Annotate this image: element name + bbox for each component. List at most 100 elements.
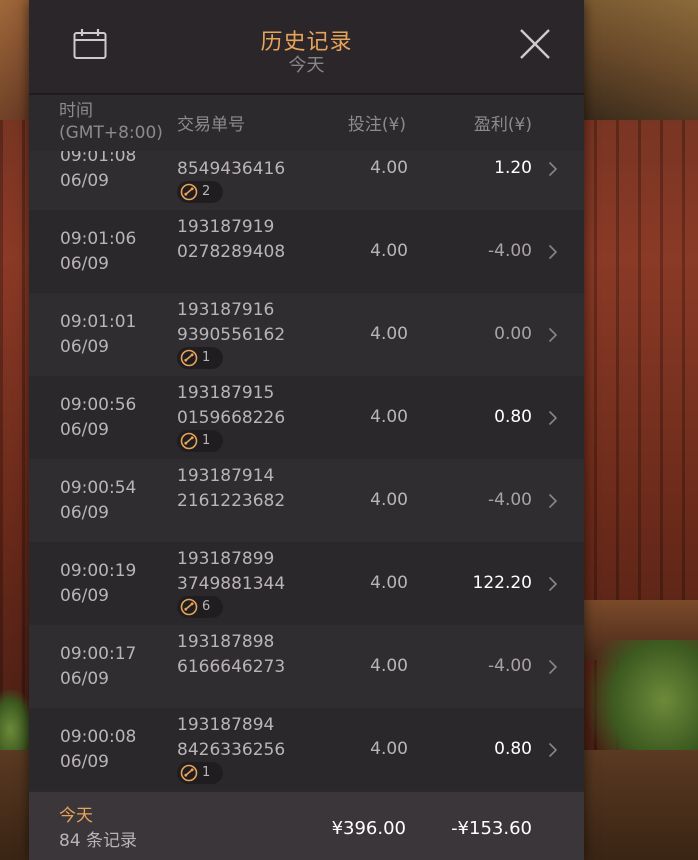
row-order-id-line1: 193187915 — [177, 383, 275, 403]
row-order-id: 193187915 0159668226 — [177, 381, 285, 431]
free-spin-badge: 2 — [177, 181, 223, 203]
row-bet: 4.00 — [370, 739, 408, 759]
row-profit: 1.20 — [494, 158, 532, 178]
row-date-value: 06/09 — [60, 669, 109, 689]
row-profit: -4.00 — [488, 490, 532, 510]
close-icon — [520, 29, 550, 59]
row-date-value: 06/09 — [60, 254, 109, 274]
row-date-value: 06/09 — [60, 420, 109, 440]
free-spin-count: 1 — [202, 765, 211, 780]
free-spin-icon — [180, 349, 198, 367]
background-beam-right — [583, 0, 698, 120]
history-row[interactable]: 09:00:54 06/09 193187914 2161223682 4.00 -4.0… — [29, 459, 584, 542]
row-time-value: 09:00:17 — [60, 644, 137, 664]
column-header-timezone: (GMT+8:00) — [59, 123, 163, 143]
row-time: 09:00:54 06/09 — [60, 476, 136, 526]
history-row[interactable]: 09:01:06 06/09 193187919 0278289408 4.00 -4.0… — [29, 210, 584, 293]
row-time: 09:01:06 06/09 — [60, 227, 136, 277]
row-bet: 4.00 — [370, 573, 408, 593]
row-profit: 0.00 — [494, 324, 532, 344]
row-date-value: 06/09 — [60, 503, 109, 523]
row-profit: 0.80 — [494, 739, 532, 759]
row-time-value: 09:01:01 — [60, 312, 137, 332]
chevron-right-icon — [548, 659, 558, 675]
chevron-right-icon — [548, 327, 558, 343]
summary-period: 今天 — [59, 806, 93, 826]
row-order-id-line1: 193187914 — [177, 466, 275, 486]
row-profit: 0.80 — [494, 407, 532, 427]
panel-header: 历史记录 今天 — [29, 0, 584, 95]
column-header-order: 交易单号 — [177, 115, 245, 135]
free-spin-count: 1 — [202, 350, 211, 365]
history-row[interactable]: 09:00:17 06/09 193187898 6166646273 4.00 -4.0… — [29, 625, 584, 708]
free-spin-count: 6 — [202, 599, 211, 614]
row-order-id-line1: 193187919 — [177, 217, 275, 237]
column-header-time: 时间 (GMT+8:00) — [59, 100, 163, 144]
free-spin-badge: 1 — [177, 762, 223, 784]
history-row[interactable]: 09:01:08 06/09 1931879188549436416 2 4.00 1.2… — [29, 151, 584, 210]
free-spin-badge: 6 — [177, 596, 223, 618]
row-bet: 4.00 — [370, 407, 408, 427]
free-spin-count: 1 — [202, 433, 211, 448]
row-time-value: 09:00:19 — [60, 561, 137, 581]
row-order-id-line1: 193187894 — [177, 715, 275, 735]
row-time: 09:00:17 06/09 — [60, 642, 136, 692]
row-order-id: 193187898 6166646273 — [177, 630, 285, 680]
summary-footer: 今天 84 条记录 ¥396.00 -¥153.60 — [29, 792, 584, 860]
row-date-value: 06/09 — [60, 337, 109, 357]
row-time-value: 09:00:54 — [60, 478, 137, 498]
row-order-id-line1: 193187899 — [177, 549, 275, 569]
history-row[interactable]: 09:01:01 06/09 193187916 9390556162 1 4.00 0.0… — [29, 293, 584, 376]
row-time: 09:01:08 06/09 — [60, 151, 136, 194]
summary-total-bet: ¥396.00 — [331, 818, 406, 839]
row-bet: 4.00 — [370, 490, 408, 510]
chevron-right-icon — [548, 493, 558, 509]
row-date-value: 06/09 — [60, 586, 109, 606]
panel-subtitle: 今天 — [288, 55, 325, 76]
row-order-id: 193187899 3749881344 — [177, 547, 285, 597]
free-spin-icon — [180, 764, 198, 782]
row-time: 09:01:01 06/09 — [60, 310, 136, 360]
row-time: 09:00:56 06/09 — [60, 393, 136, 443]
row-bet: 4.00 — [370, 158, 408, 178]
row-order-id-line2: 8549436416 — [177, 159, 286, 179]
free-spin-badge: 1 — [177, 347, 223, 369]
history-row[interactable]: 09:00:19 06/09 193187899 3749881344 6 4.00 122… — [29, 542, 584, 625]
chevron-right-icon — [548, 742, 558, 758]
chevron-right-icon — [548, 410, 558, 426]
row-order-id: 1931879188549436416 — [177, 151, 285, 182]
row-order-id-line2: 3749881344 — [177, 574, 286, 594]
history-panel: 历史记录 今天 时间 (GMT+8:00) 交易单号 投注(¥) 盈利(¥) 0… — [29, 0, 584, 860]
free-spin-icon — [180, 183, 198, 201]
history-row[interactable]: 09:00:08 06/09 193187894 8426336256 1 4.00 0.8… — [29, 708, 584, 791]
chevron-right-icon — [548, 244, 558, 260]
chevron-right-icon — [548, 161, 558, 177]
row-time-value: 09:00:56 — [60, 395, 137, 415]
row-order-id-line1: 193187898 — [177, 632, 275, 652]
row-order-id-line2: 0278289408 — [177, 242, 286, 262]
row-order-id-line2: 6166646273 — [177, 657, 286, 677]
row-order-id-line2: 8426336256 — [177, 740, 286, 760]
row-date-value: 06/09 — [60, 752, 109, 772]
row-profit: -4.00 — [488, 241, 532, 261]
column-header-profit: 盈利(¥) — [473, 115, 532, 135]
history-list[interactable]: 09:01:08 06/09 1931879188549436416 2 4.00 1.2… — [29, 151, 584, 792]
row-order-id: 193187919 0278289408 — [177, 215, 285, 265]
close-button[interactable] — [517, 26, 553, 62]
history-row[interactable]: 09:00:56 06/09 193187915 0159668226 1 4.00 0.8… — [29, 376, 584, 459]
row-order-id-line2: 2161223682 — [177, 491, 286, 511]
column-header-bet: 投注(¥) — [347, 115, 406, 135]
row-time-value: 09:01:08 — [60, 151, 137, 166]
summary-record-count: 84 条记录 — [59, 831, 138, 851]
table-header: 时间 (GMT+8:00) 交易单号 投注(¥) 盈利(¥) — [29, 95, 584, 151]
free-spin-icon — [180, 598, 198, 616]
row-profit: -4.00 — [488, 656, 532, 676]
row-bet: 4.00 — [370, 241, 408, 261]
free-spin-icon — [180, 432, 198, 450]
summary-total-profit: -¥153.60 — [451, 818, 532, 839]
column-header-time-label: 时间 — [59, 101, 93, 121]
row-order-id: 193187914 2161223682 — [177, 464, 285, 514]
free-spin-count: 2 — [202, 184, 211, 199]
row-time-value: 09:00:08 — [60, 727, 137, 747]
free-spin-badge: 1 — [177, 430, 223, 452]
